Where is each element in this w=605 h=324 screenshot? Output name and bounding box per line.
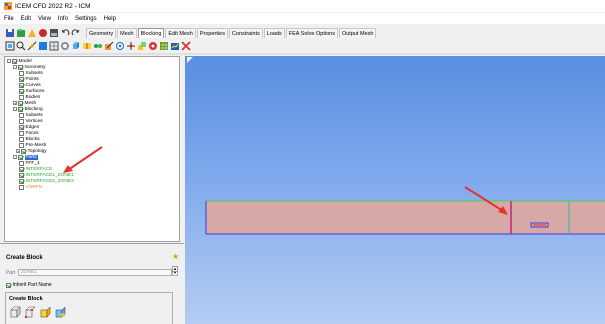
tab-fea-solve-options[interactable]: FEA Solve Options [285,28,338,38]
panel-scroll-up-icon[interactable]: ▲ [172,266,178,272]
checkbox-icon[interactable] [19,124,24,130]
help-bulb-icon[interactable]: ★ [172,252,179,261]
checkbox-icon[interactable] [19,82,24,88]
merge-vertices-icon[interactable] [93,41,103,51]
create-block-panel: Create Block ★ Part ZONE1 ▾ Inherit Part… [0,243,184,324]
title-bar: ICEM CFD 2022 R2 - ICM [0,0,605,12]
initialize-block-icon[interactable] [9,306,22,319]
menu-settings[interactable]: Settings [75,16,97,22]
checkbox-icon[interactable] [19,118,24,124]
menu-file[interactable]: File [4,16,14,22]
checkbox-icon[interactable] [18,154,23,160]
transform-block-icon[interactable] [137,41,147,51]
create-block-group-label: Create Block [9,296,43,302]
checkbox-icon[interactable] [18,106,23,112]
checkbox-icon[interactable] [19,76,24,82]
tab-mesh[interactable]: Mesh [117,28,137,38]
checkbox-icon[interactable] [18,64,23,70]
collapse-icon[interactable]: - [13,155,17,160]
checkbox-icon[interactable] [19,112,24,118]
collapse-icon[interactable]: - [13,65,17,70]
panel-title: Create Block [6,255,43,261]
menu-help[interactable]: Help [104,16,116,22]
checkbox-icon[interactable] [19,70,24,76]
menu-info[interactable]: Info [58,16,68,22]
menu-edit[interactable]: Edit [21,16,31,22]
part-input[interactable]: ZONE1 [18,269,172,276]
extrude-faces-icon[interactable] [39,306,52,319]
checkbox-icon[interactable] [19,130,24,136]
tab-properties[interactable]: Properties [196,28,228,38]
tree-node-part-vorfn[interactable]: VORFN [19,184,42,190]
fit-window-icon[interactable] [5,41,15,51]
pre-mesh-quality-icon[interactable] [170,41,180,51]
checkbox-icon[interactable] [19,142,24,148]
app-logo-icon [4,2,12,10]
delete-block-icon[interactable] [181,41,191,51]
checkbox-icon[interactable] [18,100,23,106]
create-block-group: Create Block [5,292,173,324]
checkbox-icon[interactable] [19,160,24,166]
save-icon[interactable] [5,28,15,38]
open-geometry-icon[interactable] [16,28,26,38]
checkbox-icon[interactable] [19,166,24,172]
graphics-viewport[interactable] [185,56,605,324]
tab-geometry[interactable]: Geometry [86,28,117,38]
pre-mesh-params-icon[interactable] [159,41,169,51]
geometry-render [205,186,605,235]
measure-icon[interactable] [27,41,37,51]
solid-view-icon[interactable] [38,41,48,51]
associate-icon[interactable] [115,41,125,51]
annotation-arrow-icon [63,146,103,173]
create-block-tools [9,306,69,319]
checkbox-icon[interactable] [19,172,24,178]
model-tree-panel[interactable]: - Model - Geometry Subsets Points Curves S… [4,56,180,242]
fluid-block[interactable] [206,201,605,234]
menu-bar: File Edit View Info Settings Help [0,13,605,24]
open-blocking-icon[interactable] [27,28,37,38]
move-vertex-icon[interactable] [126,41,136,51]
tab-output-mesh[interactable]: Output Mesh [338,28,377,38]
checkbox-icon[interactable] [12,58,17,64]
save-project-icon[interactable] [49,28,59,38]
from-vertices-icon[interactable] [24,306,37,319]
part-row: Part ZONE1 ▾ [6,269,178,276]
hexa-block-icon[interactable] [71,41,81,51]
collapse-icon[interactable]: - [13,107,17,112]
convert-block-type-icon[interactable] [54,306,67,319]
checkbox-icon[interactable] [21,148,26,154]
viewport-corner-icon [187,57,193,63]
toolbar-top: Geometry Mesh Blocking Edit Mesh Propert… [0,27,377,39]
inherit-part-name-checkbox[interactable] [6,282,11,288]
inherit-part-name-label: Inherit Part Name [12,282,52,288]
tab-blocking[interactable]: Blocking [137,28,165,38]
toolbar-divider [0,53,605,55]
zoom-icon[interactable] [16,41,26,51]
checkbox-icon[interactable] [19,136,24,142]
redo-icon[interactable] [71,28,81,38]
main-tabs: Geometry Mesh Blocking Edit Mesh Propert… [86,28,377,38]
open-mesh-icon[interactable] [38,28,48,38]
checkbox-icon[interactable] [19,88,24,94]
expand-icon[interactable]: + [16,149,20,154]
display-mode-icon[interactable] [60,41,70,51]
tab-edit-mesh[interactable]: Edit Mesh [165,28,196,38]
expand-icon[interactable]: + [13,101,17,106]
edit-block-icon[interactable] [104,41,114,51]
menu-view[interactable]: View [38,16,51,22]
toolbar-bottom [0,40,192,52]
checkbox-icon[interactable] [19,94,24,100]
checkbox-icon[interactable] [19,178,24,184]
part-label: Part [6,269,16,276]
inherit-part-name-row[interactable]: Inherit Part Name [6,282,52,288]
tab-loads[interactable]: Loads [263,28,285,38]
edit-edge-icon[interactable] [148,41,158,51]
window-title: ICEM CFD 2022 R2 - ICM [15,2,91,10]
split-block-icon[interactable] [82,41,92,51]
collapse-icon[interactable]: - [7,59,11,64]
wireframe-view-icon[interactable] [49,41,59,51]
tab-constraints[interactable]: Constraints [228,28,263,38]
undo-icon[interactable] [60,28,70,38]
checkbox-icon[interactable] [19,184,24,190]
